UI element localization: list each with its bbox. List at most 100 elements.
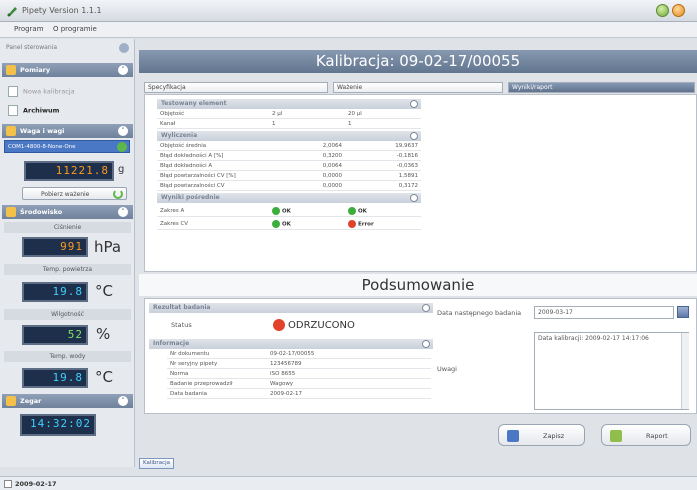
tested-element-header[interactable]: Testowany element (157, 99, 421, 109)
partial-results-header[interactable]: Wyniki pośrednie (157, 193, 421, 203)
notes-field[interactable]: Data kalibracji: 2009-02-17 14:17:06 (534, 332, 689, 410)
collapse-group-icon[interactable] (410, 100, 418, 108)
collapse-group-icon[interactable] (410, 132, 418, 140)
refresh-icon (113, 189, 123, 199)
status-date-text: 2009-02-17 (15, 480, 57, 488)
summary-title: Podsumowanie (139, 274, 697, 296)
tab-weighing[interactable]: Ważenie (333, 82, 503, 93)
collapse-icon[interactable]: ˄ (118, 65, 128, 75)
title-bar: Pipety Version 1.1.1 (0, 0, 697, 22)
menu-program[interactable]: Program (14, 25, 44, 33)
tab-specification[interactable]: Specyfikacja (144, 82, 328, 93)
info-header[interactable]: Informacje (149, 339, 433, 349)
collapse-group-icon[interactable] (422, 304, 430, 312)
water-temp-unit: °C (95, 368, 113, 386)
section-environment[interactable]: Środowisko ˄ (2, 205, 133, 219)
report-label: Raport (646, 432, 668, 440)
info-title: Informacje (153, 340, 190, 347)
scale-unit: g (118, 164, 125, 175)
collapse-icon[interactable]: ˄ (118, 207, 128, 217)
pressure-label: Ciśnienie (4, 222, 131, 233)
cell-value: 0,0000 (269, 172, 345, 181)
environment-icon (6, 207, 16, 217)
page-title: Kalibracja: 09-02-17/00055 (139, 50, 697, 73)
report-icon (610, 430, 622, 442)
row-label: Data badania (167, 390, 267, 399)
tab-calibration[interactable]: Kalibracja (139, 458, 174, 469)
port-value: COM1-4800-8-None-One (8, 144, 76, 150)
status-cell: Error (345, 218, 421, 230)
collapse-icon[interactable]: ˄ (118, 396, 128, 406)
row-label: Nr seryjny pipety (167, 360, 267, 369)
row-label: Norma (167, 370, 267, 379)
air-temp-label: Temp. powietrza (4, 264, 131, 275)
collapse-group-icon[interactable] (422, 340, 430, 348)
date-picker-button[interactable] (677, 306, 689, 318)
minimize-button[interactable] (656, 4, 669, 17)
menu-bar: Program O programie (0, 22, 697, 38)
cell-value: 0,0000 (269, 182, 345, 191)
cell-value: 1,5891 (345, 172, 421, 181)
status-text: Error (358, 221, 374, 228)
row-label: Błąd dokładności A (157, 162, 269, 171)
next-test-label: Data następnego badania (437, 309, 522, 317)
get-weighing-button[interactable]: Pobierz ważenie (22, 187, 127, 200)
cell-value: 1 (345, 120, 421, 129)
cell-value: 0,0064 (269, 162, 345, 171)
connected-icon (117, 142, 127, 152)
close-button[interactable] (672, 4, 685, 17)
save-button[interactable]: Zapisz (498, 424, 585, 446)
scale-display: 11221.8 (24, 161, 114, 181)
ok-icon (272, 207, 280, 215)
result-header[interactable]: Rezultat badania (149, 303, 433, 313)
section-scale-label: Waga i wagi (20, 127, 65, 135)
cell-value: 20 µl (345, 110, 421, 119)
water-temp-display: 19.8 (22, 368, 88, 388)
cell-value: -0,0363 (345, 162, 421, 171)
ok-icon (348, 207, 356, 215)
partial-results-title: Wyniki pośrednie (161, 194, 220, 201)
status-text: OK (358, 208, 367, 215)
section-measurements[interactable]: Pomiary ˄ (2, 63, 133, 77)
section-clock[interactable]: Zegar ˄ (2, 394, 133, 408)
humidity-label: Wilgotność (4, 309, 131, 320)
sidebar-item-archive[interactable]: Archiwum (8, 105, 59, 116)
calculations-header[interactable]: Wyliczenia (157, 131, 421, 141)
window-title: Pipety Version 1.1.1 (22, 6, 102, 15)
cell-value: 123456789 (267, 360, 431, 369)
row-label: Błąd powtarzalności CV [%] (157, 172, 269, 181)
row-label: Nr dokumentu (167, 350, 267, 359)
control-panel-icon (119, 43, 129, 53)
app-icon (6, 5, 18, 17)
status-text: OK (282, 208, 291, 215)
tested-element-title: Testowany element (161, 100, 227, 107)
tab-results-report[interactable]: Wyniki/raport (508, 82, 695, 93)
clock-icon (6, 396, 16, 406)
scale-icon (6, 126, 16, 136)
row-label: Kanał (157, 120, 269, 129)
row-label: Objętość (157, 110, 269, 119)
result-status: ODRZUCONO (273, 319, 355, 331)
menu-about[interactable]: O programie (53, 25, 97, 33)
status-text: OK (282, 221, 291, 228)
row-label: Objętość średnia (157, 142, 269, 151)
air-temp-unit: °C (95, 282, 113, 300)
next-test-date-field[interactable]: 2009-03-17 (534, 306, 674, 319)
cell-value: -0,1816 (345, 152, 421, 161)
cell-value: 2009-02-17 (267, 390, 431, 399)
row-label: Zakres CV (157, 218, 269, 230)
notes-scrollbar[interactable] (681, 333, 689, 409)
collapse-group-icon[interactable] (410, 194, 418, 202)
cell-value: 1 (269, 120, 345, 129)
pressure-display: 991 (22, 237, 88, 257)
pressure-unit: hPa (94, 238, 122, 256)
sidebar-item-new-calibration[interactable]: Nowa kalibracja (8, 86, 75, 97)
section-measurements-label: Pomiary (20, 66, 51, 74)
result-title: Rezultat badania (153, 304, 211, 311)
calculations-title: Wyliczenia (161, 132, 198, 139)
collapse-icon[interactable]: ˄ (118, 126, 128, 136)
control-panel-label: Panel sterowania (6, 44, 57, 51)
report-button[interactable]: Raport (601, 424, 691, 446)
section-scale[interactable]: Waga i wagi ˄ (2, 124, 133, 138)
port-selector[interactable]: COM1-4800-8-None-One (4, 140, 130, 153)
